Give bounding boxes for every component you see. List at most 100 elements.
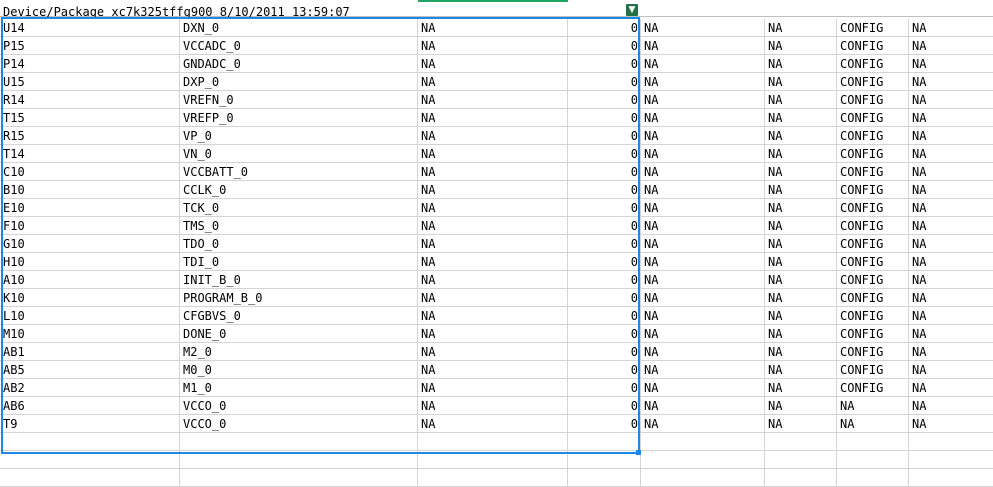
type-cell[interactable]: NA bbox=[418, 343, 568, 361]
col-f-cell[interactable]: NA bbox=[765, 91, 837, 109]
pin-name-cell[interactable]: VREFP_0 bbox=[180, 109, 418, 127]
col-e-cell[interactable]: NA bbox=[641, 343, 765, 361]
type-cell[interactable]: NA bbox=[418, 145, 568, 163]
pin-cell[interactable]: P14 bbox=[0, 55, 180, 73]
col-h-cell[interactable]: NA bbox=[909, 325, 993, 343]
category-cell[interactable]: CONFIG bbox=[837, 37, 909, 55]
table-row[interactable]: P14 GNDADC_0 NA 0 NA NA CONFIG NA bbox=[0, 55, 993, 73]
filter-icon[interactable]: ▼ bbox=[626, 4, 638, 16]
pin-cell[interactable]: T14 bbox=[0, 145, 180, 163]
col-e-cell[interactable]: NA bbox=[641, 199, 765, 217]
pin-name-cell[interactable]: TCK_0 bbox=[180, 199, 418, 217]
col-e-cell[interactable]: NA bbox=[641, 55, 765, 73]
pin-name-cell[interactable]: DXN_0 bbox=[180, 19, 418, 37]
value-cell[interactable]: 0 bbox=[568, 235, 641, 253]
col-f-cell[interactable]: NA bbox=[765, 181, 837, 199]
table-row[interactable]: AB5 M0_0 NA 0 NA NA CONFIG NA bbox=[0, 361, 993, 379]
pin-name-cell[interactable]: INIT_B_0 bbox=[180, 271, 418, 289]
col-f-cell[interactable]: NA bbox=[765, 163, 837, 181]
col-h-cell[interactable]: NA bbox=[909, 361, 993, 379]
type-cell[interactable]: NA bbox=[418, 379, 568, 397]
category-cell[interactable]: CONFIG bbox=[837, 307, 909, 325]
value-cell[interactable]: 0 bbox=[568, 163, 641, 181]
pin-name-cell[interactable]: TDI_0 bbox=[180, 253, 418, 271]
table-row[interactable]: T9 VCCO_0 NA 0 NA NA NA NA bbox=[0, 415, 993, 433]
col-h-cell[interactable]: NA bbox=[909, 127, 993, 145]
col-h-cell[interactable]: NA bbox=[909, 343, 993, 361]
pin-name-cell[interactable]: GNDADC_0 bbox=[180, 55, 418, 73]
value-cell[interactable]: 0 bbox=[568, 253, 641, 271]
type-cell[interactable]: NA bbox=[418, 163, 568, 181]
header-row[interactable]: Device/Package xc7k325tffg900 8/10/2011 … bbox=[0, 0, 993, 19]
value-cell[interactable]: 0 bbox=[568, 19, 641, 37]
table-row[interactable]: L10 CFGBVS_0 NA 0 NA NA CONFIG NA bbox=[0, 307, 993, 325]
col-e-cell[interactable]: NA bbox=[641, 397, 765, 415]
pin-name-cell[interactable]: VN_0 bbox=[180, 145, 418, 163]
category-cell[interactable]: CONFIG bbox=[837, 235, 909, 253]
col-f-cell[interactable]: NA bbox=[765, 253, 837, 271]
pin-name-cell[interactable]: VCCBATT_0 bbox=[180, 163, 418, 181]
col-e-cell[interactable]: NA bbox=[641, 73, 765, 91]
category-cell[interactable]: CONFIG bbox=[837, 289, 909, 307]
category-cell[interactable]: CONFIG bbox=[837, 145, 909, 163]
value-cell[interactable]: 0 bbox=[568, 307, 641, 325]
value-cell[interactable]: 0 bbox=[568, 199, 641, 217]
col-e-cell[interactable]: NA bbox=[641, 379, 765, 397]
col-f-cell[interactable]: NA bbox=[765, 127, 837, 145]
value-cell[interactable]: 0 bbox=[568, 397, 641, 415]
table-row[interactable]: AB1 M2_0 NA 0 NA NA CONFIG NA bbox=[0, 343, 993, 361]
category-cell[interactable]: CONFIG bbox=[837, 253, 909, 271]
type-cell[interactable]: NA bbox=[418, 289, 568, 307]
pin-name-cell[interactable]: M2_0 bbox=[180, 343, 418, 361]
table-row[interactable]: R14 VREFN_0 NA 0 NA NA CONFIG NA bbox=[0, 91, 993, 109]
col-f-cell[interactable]: NA bbox=[765, 73, 837, 91]
pin-cell[interactable]: A10 bbox=[0, 271, 180, 289]
table-row[interactable]: U14 DXN_0 NA 0 NA NA CONFIG NA bbox=[0, 19, 993, 37]
col-f-cell[interactable]: NA bbox=[765, 307, 837, 325]
col-f-cell[interactable]: NA bbox=[765, 145, 837, 163]
table-row[interactable]: G10 TDO_0 NA 0 NA NA CONFIG NA bbox=[0, 235, 993, 253]
value-cell[interactable]: 0 bbox=[568, 37, 641, 55]
type-cell[interactable]: NA bbox=[418, 397, 568, 415]
pin-cell[interactable]: M10 bbox=[0, 325, 180, 343]
table-row[interactable]: T15 VREFP_0 NA 0 NA NA CONFIG NA bbox=[0, 109, 993, 127]
col-e-cell[interactable]: NA bbox=[641, 127, 765, 145]
col-e-cell[interactable]: NA bbox=[641, 163, 765, 181]
col-f-cell[interactable]: NA bbox=[765, 235, 837, 253]
pin-cell[interactable]: K10 bbox=[0, 289, 180, 307]
col-f-cell[interactable]: NA bbox=[765, 343, 837, 361]
col-f-cell[interactable]: NA bbox=[765, 289, 837, 307]
col-h-cell[interactable]: NA bbox=[909, 397, 993, 415]
col-f-cell[interactable]: NA bbox=[765, 37, 837, 55]
empty-row[interactable] bbox=[0, 433, 993, 451]
col-h-cell[interactable]: NA bbox=[909, 217, 993, 235]
type-cell[interactable]: NA bbox=[418, 235, 568, 253]
category-cell[interactable]: CONFIG bbox=[837, 109, 909, 127]
type-cell[interactable]: NA bbox=[418, 415, 568, 433]
pin-cell[interactable]: T9 bbox=[0, 415, 180, 433]
category-cell[interactable]: CONFIG bbox=[837, 199, 909, 217]
category-cell[interactable]: CONFIG bbox=[837, 19, 909, 37]
type-cell[interactable]: NA bbox=[418, 109, 568, 127]
pin-cell[interactable]: U15 bbox=[0, 73, 180, 91]
pin-name-cell[interactable]: TMS_0 bbox=[180, 217, 418, 235]
col-e-cell[interactable]: NA bbox=[641, 361, 765, 379]
table-row[interactable]: P15 VCCADC_0 NA 0 NA NA CONFIG NA bbox=[0, 37, 993, 55]
category-cell[interactable]: CONFIG bbox=[837, 343, 909, 361]
type-cell[interactable]: NA bbox=[418, 73, 568, 91]
col-e-cell[interactable]: NA bbox=[641, 145, 765, 163]
category-cell[interactable]: CONFIG bbox=[837, 181, 909, 199]
col-e-cell[interactable]: NA bbox=[641, 325, 765, 343]
pin-cell[interactable]: R14 bbox=[0, 91, 180, 109]
type-cell[interactable]: NA bbox=[418, 271, 568, 289]
col-f-cell[interactable]: NA bbox=[765, 55, 837, 73]
category-cell[interactable]: CONFIG bbox=[837, 361, 909, 379]
table-row[interactable]: B10 CCLK_0 NA 0 NA NA CONFIG NA bbox=[0, 181, 993, 199]
spreadsheet-grid[interactable]: Device/Package xc7k325tffg900 8/10/2011 … bbox=[0, 0, 993, 487]
col-e-cell[interactable]: NA bbox=[641, 415, 765, 433]
table-row[interactable]: R15 VP_0 NA 0 NA NA CONFIG NA bbox=[0, 127, 993, 145]
empty-row[interactable] bbox=[0, 451, 993, 469]
type-cell[interactable]: NA bbox=[418, 127, 568, 145]
value-cell[interactable]: 0 bbox=[568, 289, 641, 307]
col-e-cell[interactable]: NA bbox=[641, 235, 765, 253]
